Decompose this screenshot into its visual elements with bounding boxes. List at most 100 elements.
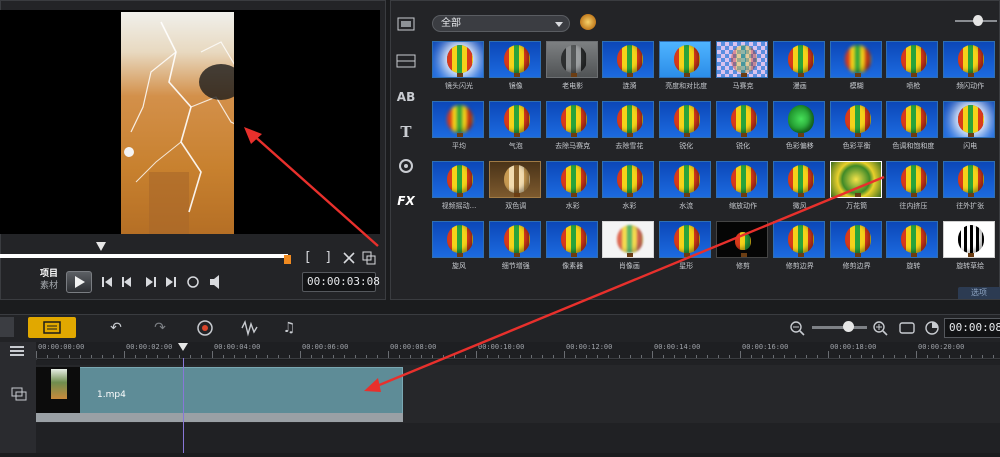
effect-thumbnail[interactable]: 视频摇动...	[432, 161, 486, 221]
category-dropdown[interactable]: 全部	[432, 15, 570, 32]
effect-thumbnail[interactable]: 老电影	[545, 41, 600, 101]
effect-thumbnail[interactable]: 修剪边界	[829, 221, 884, 281]
balloon-basket-image	[684, 133, 691, 137]
effect-thumbnail[interactable]: 喷枪	[886, 41, 940, 101]
effect-thumbnail[interactable]: 往外扩张	[943, 161, 997, 221]
effect-preview-image	[716, 41, 768, 78]
effect-preview-image	[432, 161, 484, 198]
graphics-library-icon[interactable]	[395, 157, 417, 175]
transition-library-icon[interactable]	[395, 52, 417, 70]
effect-thumbnail[interactable]: 色调和饱和度	[886, 101, 940, 161]
effect-thumbnail[interactable]: 微风	[772, 161, 827, 221]
effect-thumbnail[interactable]: 万花筒	[829, 161, 884, 221]
effect-thumbnail[interactable]: 旋转草绘	[943, 221, 997, 281]
effect-thumbnail[interactable]: 色彩偏移	[772, 101, 827, 161]
effect-thumbnail[interactable]: 闪电	[943, 101, 997, 161]
ruler-time-label: 00:00:06:00	[302, 343, 349, 351]
effect-thumbnail[interactable]: 水流	[659, 161, 713, 221]
balloon-basket-image	[854, 133, 861, 137]
effect-thumbnail[interactable]: 往内挤压	[886, 161, 940, 221]
effect-thumbnail[interactable]: 水彩	[602, 161, 656, 221]
effect-thumbnail[interactable]: 修剪边界	[772, 221, 827, 281]
effect-thumbnail[interactable]: 亮度和对比度	[659, 41, 713, 101]
preview-scrub-bar[interactable]	[0, 254, 288, 258]
browse-filters-icon[interactable]	[580, 14, 596, 30]
storyboard-view-icon[interactable]	[0, 317, 14, 337]
effect-preview-image	[602, 161, 655, 198]
title-library-icon[interactable]: AB	[395, 88, 417, 106]
track-manager-icon	[10, 346, 24, 356]
auto-music-icon[interactable]: ♫	[279, 318, 299, 338]
effect-label: 旋转草绘	[956, 262, 985, 270]
effect-thumbnail[interactable]: 旋风	[432, 221, 486, 281]
effect-thumbnail[interactable]: 旋转	[886, 221, 940, 281]
effect-thumbnail[interactable]: 镜像	[488, 41, 543, 101]
zoom-out-icon[interactable]	[788, 318, 808, 344]
text-library-icon[interactable]: T	[395, 123, 417, 141]
effect-thumbnail[interactable]: 涟漪	[602, 41, 656, 101]
ruler-tick	[861, 355, 862, 358]
mode-project-label[interactable]: 项目	[40, 268, 58, 280]
effect-thumbnail[interactable]: 缩放动作	[716, 161, 770, 221]
timeline-playhead-handle[interactable]	[178, 343, 188, 351]
effect-thumbnail[interactable]: 去除马赛克	[545, 101, 600, 161]
preview-mode-switch[interactable]: 项目 素材	[40, 268, 58, 292]
balloon-image	[560, 45, 587, 73]
preview-timecode-field[interactable]: 00:00:03:08	[302, 272, 380, 292]
sound-mixer-icon[interactable]	[240, 318, 260, 344]
effect-thumbnail[interactable]: 镜头闪光	[432, 41, 486, 101]
timeline-playhead-line[interactable]	[183, 358, 184, 453]
effect-preview-image	[716, 101, 768, 138]
effect-preview-image	[488, 101, 541, 138]
balloon-image	[560, 165, 587, 193]
timeline-zoom-slider[interactable]	[812, 326, 867, 329]
effect-thumbnail[interactable]: 修剪	[716, 221, 770, 281]
undo-icon[interactable]: ↶	[106, 318, 126, 338]
balloon-basket-image	[911, 253, 918, 257]
scrub-playhead[interactable]	[96, 242, 106, 251]
play-button[interactable]	[66, 271, 92, 293]
trim-end-marker[interactable]	[284, 255, 291, 264]
effect-preview-image	[432, 221, 484, 258]
effect-thumbnail[interactable]: 平均	[432, 101, 486, 161]
zoom-in-icon[interactable]	[871, 318, 891, 344]
effect-preview-image	[829, 161, 882, 198]
effect-thumbnail[interactable]: 双色调	[488, 161, 543, 221]
effect-thumbnail[interactable]: 锐化	[716, 101, 770, 161]
effect-preview-image	[943, 161, 996, 198]
timeline-zoom-knob[interactable]	[843, 321, 854, 332]
effect-thumbnail[interactable]: 气泡	[488, 101, 543, 161]
ruler-tick	[729, 355, 730, 358]
effect-thumbnail[interactable]: 水彩	[545, 161, 600, 221]
ruler-tick	[762, 355, 763, 358]
thumbnail-size-slider-knob[interactable]	[973, 15, 983, 26]
effect-thumbnail[interactable]: 模糊	[829, 41, 884, 101]
effect-thumbnail[interactable]: 锐化	[659, 101, 713, 161]
ruler-tick	[949, 355, 950, 358]
effect-thumbnail[interactable]: 肖像画	[602, 221, 656, 281]
effect-thumbnail[interactable]: 细节增强	[488, 221, 543, 281]
effect-preview-image	[716, 161, 768, 198]
effect-label: 细节增强	[501, 262, 530, 270]
mark-in-button[interactable]: [	[302, 248, 314, 268]
effect-thumbnail[interactable]: 像素器	[545, 221, 600, 281]
filter-library-icon[interactable]: FX	[395, 192, 417, 210]
redo-icon[interactable]: ↷	[150, 318, 170, 338]
timeline-view-button[interactable]	[28, 317, 76, 338]
effect-thumbnail[interactable]: 去除雪花	[602, 101, 656, 161]
effect-thumbnail[interactable]: 星形	[659, 221, 713, 281]
mode-clip-label[interactable]: 素材	[40, 280, 58, 292]
record-capture-icon[interactable]	[196, 318, 216, 344]
media-library-icon[interactable]	[395, 15, 417, 33]
fit-project-icon[interactable]	[897, 318, 917, 344]
ruler-tick	[894, 355, 895, 358]
effect-thumbnail[interactable]: 马赛克	[716, 41, 770, 101]
mark-out-button[interactable]: ]	[322, 248, 334, 268]
effect-label: 马赛克	[732, 82, 754, 90]
effect-thumbnail[interactable]: 频闪动作	[943, 41, 997, 101]
balloon-image	[674, 105, 701, 133]
effect-thumbnail[interactable]: 漫画	[772, 41, 827, 101]
balloon-image	[617, 105, 644, 133]
options-button[interactable]: 选项	[958, 287, 1000, 299]
effect-thumbnail[interactable]: 色彩平衡	[829, 101, 884, 161]
